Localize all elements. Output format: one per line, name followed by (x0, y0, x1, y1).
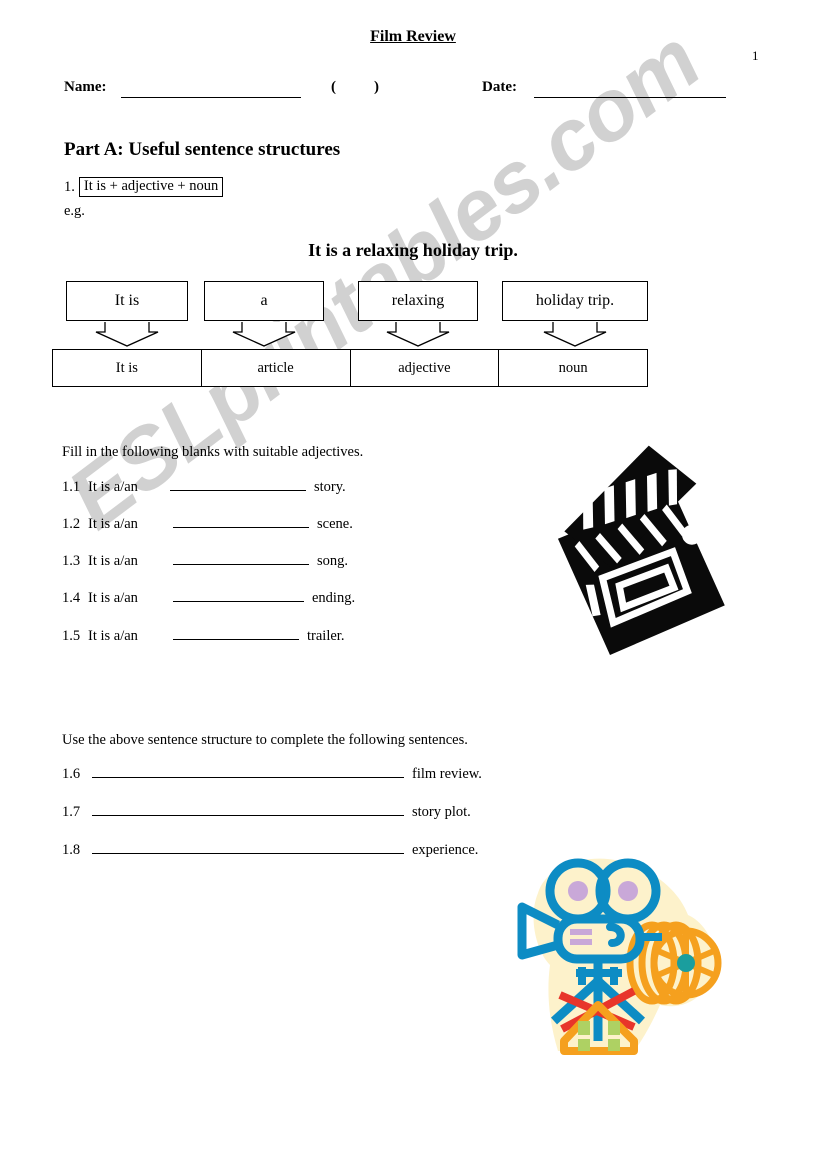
exercise-1-instruction: Fill in the following blanks with suitab… (62, 444, 364, 460)
film-clapperboard-icon (536, 445, 736, 662)
date-label: Date: (482, 79, 517, 95)
diagram-part-label: noun (558, 359, 588, 376)
sentence-structure-diagram: It is a relaxing holiday trip. It is art… (52, 281, 652, 393)
question-stem: It is a/an (88, 590, 138, 606)
diagram-word-box: It is (66, 281, 188, 321)
diagram-part-label: adjective (398, 359, 451, 376)
movie-camera-icon (502, 845, 727, 1060)
question-tail: film review. (412, 766, 482, 782)
name-date-row: Name: ( ) Date: (64, 79, 764, 103)
answer-blank[interactable] (92, 801, 404, 816)
answer-blank[interactable] (173, 587, 304, 602)
question-row: 1.4 It is a/an ending. (62, 587, 355, 607)
name-label: Name: (64, 79, 107, 95)
down-arrow-icon (386, 321, 450, 347)
diagram-word-label: holiday trip. (535, 292, 615, 309)
part-a-heading: Part A: Useful sentence structures (64, 139, 341, 160)
question-number: 1.4 (62, 590, 81, 606)
diagram-part-of-speech: It is (53, 350, 202, 386)
question-number: 1.8 (62, 842, 81, 858)
answer-blank[interactable] (170, 476, 306, 491)
answer-blank[interactable] (92, 763, 404, 778)
diagram-part-of-speech: adjective (351, 350, 500, 386)
question-row: 1.3 It is a/an song. (62, 550, 348, 570)
question-row: 1.8 experience. (62, 839, 478, 859)
question-tail: ending. (312, 590, 356, 606)
question-number: 1.6 (62, 766, 81, 782)
question-row: 1.6 film review. (62, 763, 482, 783)
structure-item-number: 1. (64, 178, 75, 195)
question-row: 1.1 It is a/an story. (62, 476, 346, 496)
answer-blank[interactable] (173, 513, 309, 528)
question-stem: It is a/an (88, 479, 138, 495)
down-arrow-icon (95, 321, 159, 347)
question-tail: scene. (317, 516, 353, 532)
question-number: 1.7 (62, 804, 81, 820)
question-tail: song. (317, 553, 349, 569)
question-tail: story plot. (412, 804, 471, 820)
exercise-2-instruction: Use the above sentence structure to comp… (62, 732, 468, 748)
answer-blank[interactable] (173, 625, 299, 640)
answer-blank[interactable] (92, 839, 404, 854)
question-row: 1.7 story plot. (62, 801, 471, 821)
diagram-word-label: a (260, 292, 268, 309)
diagram-label-row: It is article adjective noun (52, 349, 648, 387)
student-number-paren-open: ( (331, 79, 336, 95)
question-row: 1.2 It is a/an scene. (62, 513, 353, 533)
down-arrow-icon (232, 321, 296, 347)
question-tail: experience. (412, 842, 479, 858)
down-arrow-icon (543, 321, 607, 347)
diagram-part-label: It is (115, 359, 138, 376)
name-blank[interactable] (121, 97, 301, 98)
example-sentence: It is a relaxing holiday trip. (308, 240, 518, 260)
structure-line: 1. It is + adjective + noun (64, 177, 224, 197)
student-number-paren-close: ) (374, 79, 379, 95)
question-stem: It is a/an (88, 628, 138, 644)
structure-formula-box: It is + adjective + noun (78, 177, 224, 197)
question-number: 1.5 (62, 628, 81, 644)
page-number: 1 (752, 48, 759, 63)
question-number: 1.3 (62, 553, 81, 569)
question-stem: It is a/an (88, 553, 138, 569)
eg-label: e.g. (64, 203, 85, 219)
diagram-word-box: relaxing (358, 281, 478, 321)
question-tail: trailer. (307, 628, 345, 644)
diagram-part-of-speech: article (202, 350, 351, 386)
diagram-part-of-speech: noun (499, 350, 647, 386)
diagram-part-label: article (257, 359, 294, 376)
answer-blank[interactable] (173, 550, 309, 565)
page-title: Film Review (370, 28, 456, 45)
date-blank[interactable] (534, 97, 726, 98)
diagram-word-label: relaxing (391, 292, 445, 309)
worksheet-page: ESLprintables.com Film Review 1 Name: ( … (0, 0, 826, 1169)
question-number: 1.1 (62, 479, 81, 495)
question-stem: It is a/an (88, 516, 138, 532)
question-number: 1.2 (62, 516, 81, 532)
question-tail: story. (314, 479, 346, 495)
diagram-word-box: a (204, 281, 324, 321)
diagram-word-label: It is (114, 292, 140, 309)
diagram-word-box: holiday trip. (502, 281, 648, 321)
question-row: 1.5 It is a/an trailer. (62, 625, 344, 645)
